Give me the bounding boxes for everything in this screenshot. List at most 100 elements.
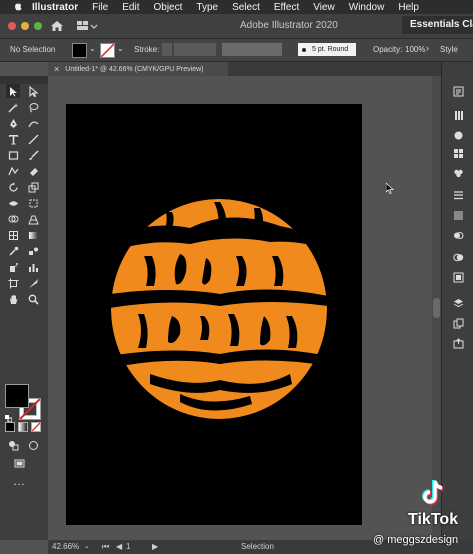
menu-effect[interactable]: Effect <box>274 2 299 13</box>
stroke-weight-field[interactable] <box>174 43 216 56</box>
mesh-tool-icon[interactable] <box>6 228 20 242</box>
type-tool-icon[interactable] <box>6 132 20 146</box>
apple-icon[interactable] <box>12 1 24 13</box>
direct-selection-tool-icon[interactable] <box>26 84 40 98</box>
scrollbar-thumb[interactable] <box>433 298 440 318</box>
layers-panel-icon[interactable] <box>451 296 465 310</box>
appearance-panel-icon[interactable] <box>451 250 465 264</box>
width-tool-icon[interactable] <box>6 196 20 210</box>
zoom-level[interactable]: 42.66% <box>52 542 79 551</box>
variable-width-profile[interactable] <box>222 43 282 56</box>
libraries-panel-icon[interactable] <box>451 108 465 122</box>
symbols-panel-icon[interactable] <box>451 166 465 180</box>
eraser-tool-icon[interactable] <box>26 164 40 178</box>
blend-tool-icon[interactable] <box>26 244 40 258</box>
warped-text-artwork[interactable] <box>110 198 328 420</box>
eyedropper-tool-icon[interactable] <box>6 244 20 258</box>
column-graph-tool-icon[interactable] <box>26 260 40 274</box>
hand-tool-icon[interactable] <box>6 292 20 306</box>
zoom-dropdown-chevron-icon[interactable]: ⌄ <box>84 542 90 550</box>
fill-color-box[interactable] <box>5 384 29 408</box>
transparency-panel-icon[interactable] <box>451 228 465 242</box>
menu-window[interactable]: Window <box>349 2 385 13</box>
curvature-tool-icon[interactable] <box>26 116 40 130</box>
paintbrush-tool-icon[interactable] <box>26 148 40 162</box>
slice-tool-icon[interactable] <box>26 276 40 290</box>
menu-select[interactable]: Select <box>232 2 260 13</box>
selection-tool-icon[interactable] <box>6 84 20 98</box>
symbol-sprayer-tool-icon[interactable] <box>6 260 20 274</box>
profile-dropdown[interactable] <box>286 43 294 56</box>
lasso-tool-icon[interactable] <box>26 100 40 114</box>
close-tab-icon[interactable]: × <box>54 64 59 74</box>
draw-inside-icon[interactable] <box>26 438 40 452</box>
current-tool-status[interactable]: Selection <box>241 542 274 551</box>
stroke-panel-icon[interactable] <box>451 188 465 202</box>
home-icon[interactable] <box>50 20 64 32</box>
artboard-tool-icon[interactable] <box>6 276 20 290</box>
tiktok-brand-text: TikTok <box>408 511 459 528</box>
fill-dropdown-chevron-icon[interactable]: ⌄ <box>89 44 96 53</box>
scale-tool-icon[interactable] <box>26 180 40 194</box>
rectangle-tool-icon[interactable] <box>6 148 20 162</box>
color-panel-icon[interactable] <box>451 128 465 142</box>
zoom-window-button[interactable] <box>34 22 42 30</box>
gradient-mode-icon[interactable] <box>18 422 28 432</box>
previous-artboard-icon[interactable]: ◀ <box>116 542 122 551</box>
properties-panel-icon[interactable] <box>451 84 465 98</box>
graphic-styles-icon[interactable] <box>451 270 465 284</box>
edit-toolbar-icon[interactable]: … <box>12 474 26 488</box>
workspace-switcher[interactable]: Essentials Clas <box>402 16 473 34</box>
menu-view[interactable]: View <box>313 2 335 13</box>
rotate-tool-icon[interactable] <box>6 180 20 194</box>
draw-mode-icon[interactable] <box>6 438 20 452</box>
tiktok-watermark: TikTok @ meggszdesign <box>368 478 473 550</box>
document-tab-bar: × Untitled-1* @ 42.66% (CMYK/GPU Preview… <box>48 62 441 76</box>
macos-menubar: Illustrator File Edit Object Type Select… <box>0 0 473 14</box>
opacity-value[interactable]: 100% <box>405 45 425 54</box>
stroke-label: Stroke: <box>134 45 160 54</box>
selection-status: No Selection <box>10 45 56 54</box>
free-transform-tool-icon[interactable] <box>26 196 40 210</box>
artboard-number[interactable]: 1 <box>126 542 130 551</box>
menu-illustrator[interactable]: Illustrator <box>32 2 78 13</box>
pen-tool-icon[interactable] <box>6 116 20 130</box>
brush-definition-dropdown[interactable]: 5 pt. Round <box>298 43 356 56</box>
minimize-window-button[interactable] <box>21 22 29 30</box>
brush-label: 5 pt. Round <box>312 46 349 53</box>
shape-builder-tool-icon[interactable] <box>6 212 20 226</box>
gradient-tool-icon[interactable] <box>26 228 40 242</box>
vertical-scrollbar[interactable] <box>432 76 441 540</box>
artboards-panel-icon[interactable] <box>451 316 465 330</box>
none-mode-icon[interactable] <box>31 422 41 432</box>
stroke-dropdown-chevron-icon[interactable]: ⌄ <box>117 44 124 53</box>
asset-export-icon[interactable] <box>451 336 465 350</box>
fill-color-swatch[interactable] <box>72 43 87 58</box>
screen-mode-icon[interactable] <box>12 456 26 470</box>
color-guide-icon[interactable] <box>451 146 465 160</box>
stroke-color-swatch[interactable] <box>100 43 115 58</box>
first-artboard-icon[interactable]: ⏮ <box>102 542 109 552</box>
menu-help[interactable]: Help <box>398 2 419 13</box>
menu-type[interactable]: Type <box>196 2 218 13</box>
next-artboard-icon[interactable]: ▶ <box>152 542 158 551</box>
line-segment-tool-icon[interactable] <box>26 132 40 146</box>
tab-untitled-1[interactable]: × Untitled-1* @ 42.66% (CMYK/GPU Preview… <box>48 62 228 76</box>
stroke-weight-stepper[interactable] <box>162 43 172 56</box>
arrange-documents-icon[interactable] <box>76 19 98 33</box>
style-label: Style <box>440 45 458 54</box>
perspective-grid-tool-icon[interactable] <box>26 212 40 226</box>
magic-wand-tool-icon[interactable] <box>6 100 20 114</box>
menu-file[interactable]: File <box>92 2 108 13</box>
gradient-panel-icon[interactable] <box>451 208 465 222</box>
menu-edit[interactable]: Edit <box>122 2 139 13</box>
default-fill-stroke-icon[interactable] <box>5 409 13 423</box>
opacity-chevron-icon[interactable]: › <box>426 43 429 53</box>
shaper-tool-icon[interactable] <box>6 164 20 178</box>
zoom-tool-icon[interactable] <box>26 292 40 306</box>
opacity-label: Opacity: <box>373 45 403 54</box>
tools-panel-header <box>0 76 48 84</box>
close-window-button[interactable] <box>8 22 16 30</box>
menu-object[interactable]: Object <box>153 2 182 13</box>
color-mode-icon[interactable] <box>5 422 15 432</box>
